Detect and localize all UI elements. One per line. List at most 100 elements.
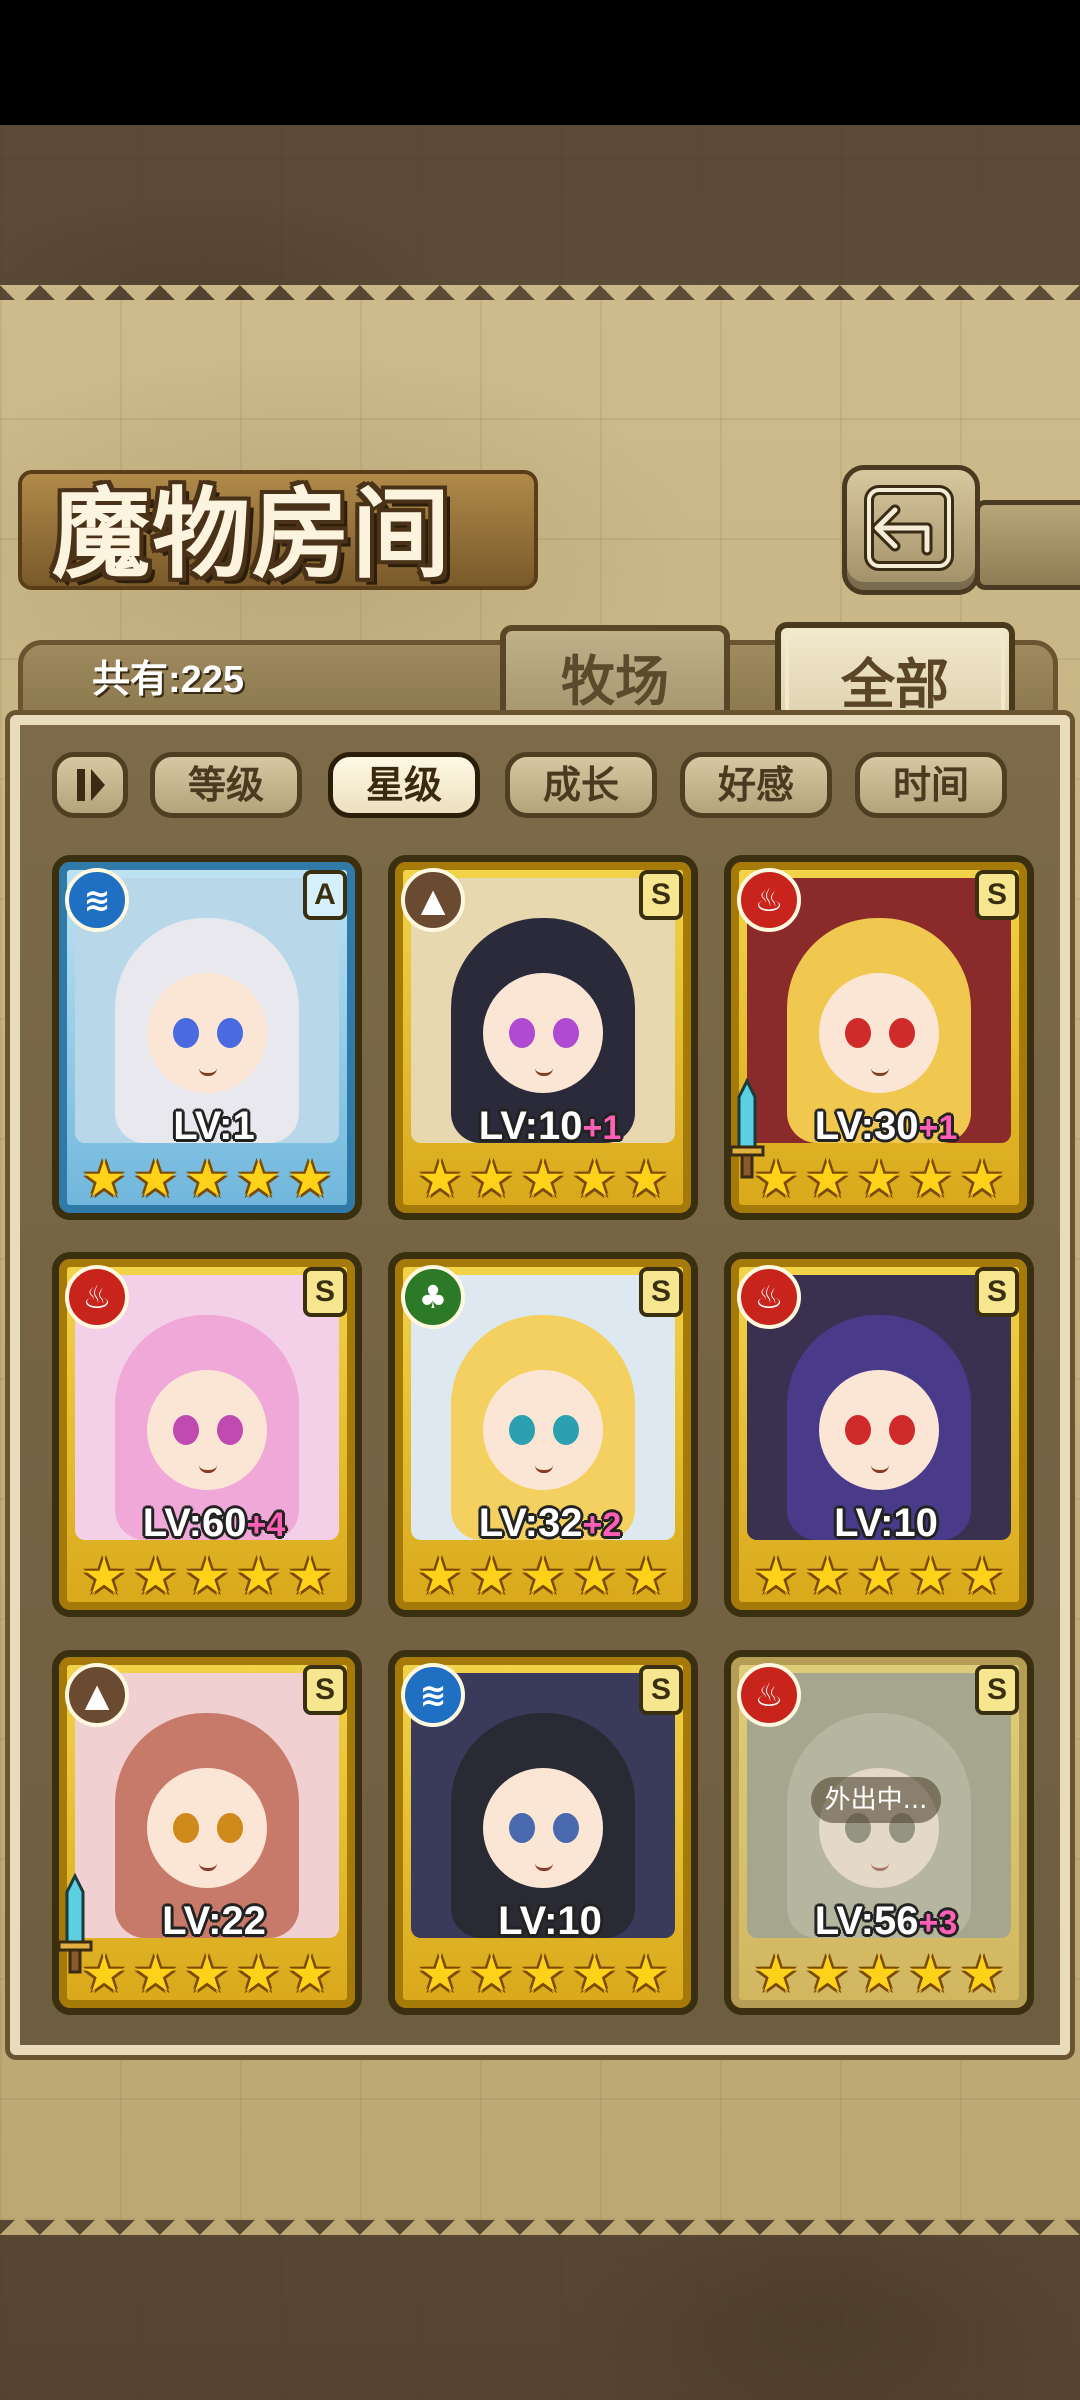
star-icon: ★ bbox=[417, 1150, 463, 1208]
star-icon: ★ bbox=[753, 1945, 799, 2003]
star-icon: ★ bbox=[520, 1945, 566, 2003]
star-icon: ★ bbox=[623, 1150, 669, 1208]
star-icon: ★ bbox=[805, 1945, 850, 2003]
star-icon: ★ bbox=[959, 1945, 1005, 2003]
star-icon: ★ bbox=[287, 1150, 333, 1208]
star-icon: ★ bbox=[287, 1547, 333, 1605]
water-element-icon: ≋ bbox=[65, 868, 129, 932]
level-label: LV:10 bbox=[731, 1501, 1027, 1546]
star-rating: ★ ★ ★ ★ ★ bbox=[79, 1949, 335, 2007]
enhance-bonus: +2 bbox=[582, 1506, 622, 1544]
star-icon: ★ bbox=[856, 1150, 902, 1208]
back-button[interactable] bbox=[842, 465, 980, 595]
star-icon: ★ bbox=[959, 1547, 1005, 1605]
page-title: 魔物房间 bbox=[52, 477, 453, 592]
rank-badge: S bbox=[975, 1665, 1019, 1715]
back-rail bbox=[975, 500, 1080, 590]
star-icon: ★ bbox=[133, 1547, 178, 1605]
rank-badge: S bbox=[303, 1267, 347, 1317]
star-icon: ★ bbox=[753, 1150, 799, 1208]
star-icon: ★ bbox=[856, 1547, 902, 1605]
star-icon: ★ bbox=[236, 1150, 281, 1208]
level-value: LV:1 bbox=[173, 1104, 255, 1148]
rank-badge: S bbox=[303, 1665, 347, 1715]
star-icon: ★ bbox=[236, 1945, 281, 2003]
star-icon: ★ bbox=[236, 1547, 281, 1605]
star-icon: ★ bbox=[805, 1150, 850, 1208]
tab-pasture[interactable]: 牧场 bbox=[500, 625, 730, 725]
sort-level-button[interactable]: 等级 bbox=[150, 752, 302, 818]
star-rating: ★ ★ ★ ★ ★ bbox=[415, 1551, 671, 1609]
back-icon bbox=[864, 485, 954, 571]
earth-element-icon: ▲ bbox=[65, 1663, 129, 1727]
rank-badge: S bbox=[639, 1665, 683, 1715]
level-value: LV:10 bbox=[498, 1899, 602, 1943]
sort-affinity-button[interactable]: 好感 bbox=[680, 752, 832, 818]
sort-star-button[interactable]: 星级 bbox=[328, 752, 480, 818]
star-icon: ★ bbox=[133, 1945, 178, 2003]
rank-badge: S bbox=[639, 870, 683, 920]
star-icon: ★ bbox=[520, 1150, 566, 1208]
monster-card[interactable]: ♣ S LV:32+2 ★ ★ ★ ★ ★ bbox=[388, 1252, 698, 1617]
enhance-bonus: +4 bbox=[246, 1506, 286, 1544]
star-icon: ★ bbox=[572, 1945, 617, 2003]
fire-element-icon: ♨ bbox=[737, 1663, 801, 1727]
monster-count: 共有:225 bbox=[92, 659, 245, 701]
star-icon: ★ bbox=[184, 1547, 230, 1605]
monster-card[interactable]: ≋ A LV:1 ★ ★ ★ ★ ★ bbox=[52, 855, 362, 1220]
star-icon: ★ bbox=[133, 1150, 178, 1208]
star-rating: ★ ★ ★ ★ ★ bbox=[751, 1154, 1007, 1212]
enhance-bonus: +3 bbox=[918, 1904, 958, 1942]
star-icon: ★ bbox=[623, 1547, 669, 1605]
star-icon: ★ bbox=[908, 1547, 953, 1605]
monster-card[interactable]: ♨ S LV:10 ★ ★ ★ ★ ★ bbox=[724, 1252, 1034, 1617]
star-icon: ★ bbox=[805, 1547, 850, 1605]
star-rating: ★ ★ ★ ★ ★ bbox=[79, 1154, 335, 1212]
enhance-bonus: +1 bbox=[582, 1109, 622, 1147]
level-label: LV:56+3 bbox=[731, 1899, 1027, 1944]
monster-card[interactable]: ▲ S LV:22 ★ ★ ★ ★ ★ bbox=[52, 1650, 362, 2015]
level-value: LV:32 bbox=[478, 1501, 583, 1545]
monster-card[interactable]: ▲ S LV:10+1 ★ ★ ★ ★ ★ bbox=[388, 855, 698, 1220]
star-icon: ★ bbox=[81, 1547, 127, 1605]
fire-element-icon: ♨ bbox=[65, 1265, 129, 1329]
wood-element-icon: ♣ bbox=[401, 1265, 465, 1329]
monster-card[interactable]: ♨ S LV:30+1 ★ ★ ★ ★ ★ bbox=[724, 855, 1034, 1220]
star-icon: ★ bbox=[287, 1945, 333, 2003]
star-icon: ★ bbox=[520, 1547, 566, 1605]
rank-badge: A bbox=[303, 870, 347, 920]
monster-card[interactable]: 外出中... ♨ S LV:56+3 ★ ★ ★ ★ ★ bbox=[724, 1650, 1034, 2015]
level-label: LV:22 bbox=[59, 1899, 355, 1944]
star-icon: ★ bbox=[959, 1150, 1005, 1208]
level-value: LV:10 bbox=[834, 1501, 938, 1545]
rank-badge: S bbox=[975, 870, 1019, 920]
star-icon: ★ bbox=[417, 1547, 463, 1605]
level-value: LV:10 bbox=[478, 1104, 583, 1148]
star-icon: ★ bbox=[184, 1150, 230, 1208]
star-icon: ★ bbox=[469, 1945, 514, 2003]
sort-time-button[interactable]: 时间 bbox=[855, 752, 1007, 818]
star-icon: ★ bbox=[81, 1150, 127, 1208]
sort-order-toggle[interactable] bbox=[52, 752, 128, 818]
level-value: LV:56 bbox=[814, 1899, 919, 1943]
star-icon: ★ bbox=[753, 1547, 799, 1605]
rank-badge: S bbox=[639, 1267, 683, 1317]
sort-order-icon bbox=[77, 769, 105, 801]
star-icon: ★ bbox=[623, 1945, 669, 2003]
star-icon: ★ bbox=[908, 1945, 953, 2003]
star-icon: ★ bbox=[856, 1945, 902, 2003]
level-label: LV:30+1 bbox=[731, 1104, 1027, 1149]
level-label: LV:1 bbox=[59, 1104, 355, 1149]
water-element-icon: ≋ bbox=[401, 1663, 465, 1727]
level-label: LV:10 bbox=[395, 1899, 691, 1944]
sort-growth-button[interactable]: 成长 bbox=[505, 752, 657, 818]
monster-card[interactable]: ≋ S LV:10 ★ ★ ★ ★ ★ bbox=[388, 1650, 698, 2015]
star-icon: ★ bbox=[184, 1945, 230, 2003]
earth-element-icon: ▲ bbox=[401, 868, 465, 932]
fire-element-icon: ♨ bbox=[737, 868, 801, 932]
fire-element-icon: ♨ bbox=[737, 1265, 801, 1329]
away-status: 外出中... bbox=[811, 1777, 941, 1823]
monster-card[interactable]: ♨ S LV:60+4 ★ ★ ★ ★ ★ bbox=[52, 1252, 362, 1617]
star-icon: ★ bbox=[572, 1547, 617, 1605]
enhance-bonus: +1 bbox=[918, 1109, 958, 1147]
